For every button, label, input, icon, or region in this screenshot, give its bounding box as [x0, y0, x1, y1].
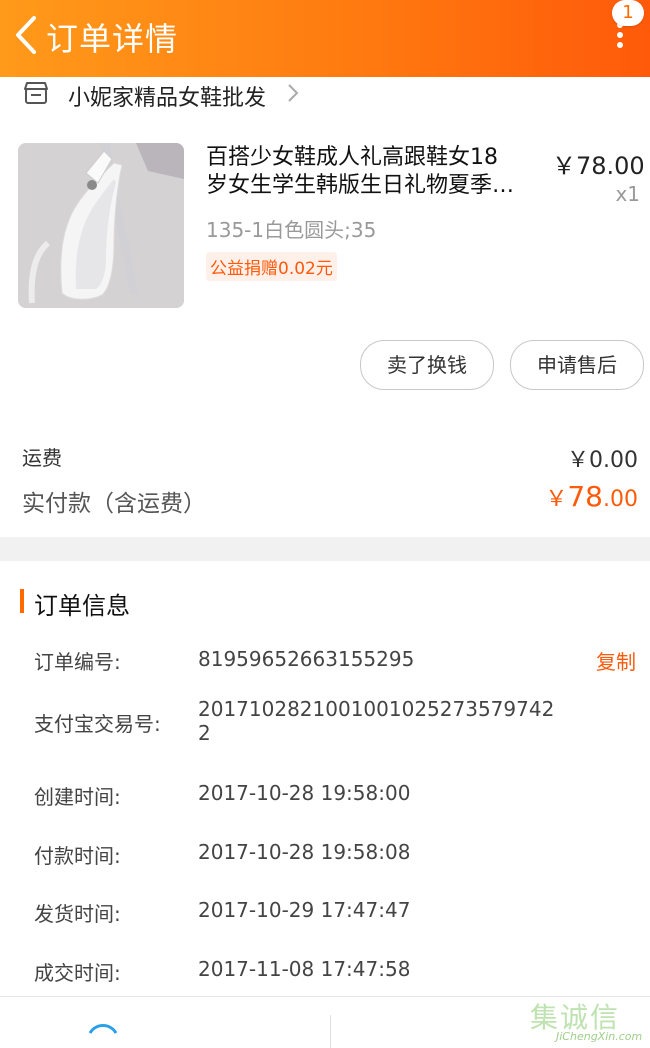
order-number-value: 81959652663155295	[198, 647, 415, 671]
alipay-trade-value: 2017102821001001025273579742 2	[198, 697, 554, 745]
paid-amount-integer: 78	[567, 480, 603, 513]
product-price: ￥78.00	[552, 152, 645, 180]
completed-time-label: 成交时间:	[34, 961, 121, 985]
shipped-time-value: 2017-10-29 17:47:47	[198, 898, 411, 922]
product-title-line1: 百搭少女鞋成人礼高跟鞋女18	[206, 145, 498, 170]
product-spec: 135-1白色圆头;35	[206, 218, 377, 242]
paid-time-label: 付款时间:	[34, 844, 121, 868]
product-title[interactable]: 百搭少女鞋成人礼高跟鞋女18 岁女生学生韩版生日礼物夏季…	[206, 144, 546, 200]
created-time-value: 2017-10-28 19:58:00	[198, 781, 411, 805]
product-thumbnail[interactable]	[18, 143, 184, 308]
section-accent-bar	[20, 589, 24, 613]
watermark-url: JiChengXin.com	[556, 1030, 643, 1043]
currency-symbol: ￥	[545, 487, 568, 512]
section-divider	[0, 537, 650, 561]
order-number-label: 订单编号:	[34, 650, 121, 674]
bottom-divider	[330, 1015, 331, 1048]
shipping-value: ￥0.00	[567, 448, 638, 473]
product-quantity: x1	[615, 182, 640, 206]
order-info-title: 订单信息	[34, 592, 130, 620]
paid-amount-value: ￥78.00	[545, 480, 638, 513]
chat-icon[interactable]	[88, 1023, 118, 1035]
sell-for-cash-button[interactable]: 卖了换钱	[360, 340, 494, 390]
page-title: 订单详情	[46, 20, 179, 58]
chevron-left-icon[interactable]	[8, 10, 48, 60]
shop-name-link[interactable]: 小妮家精品女鞋批发	[68, 80, 266, 112]
alipay-trade-value-line2: 2	[198, 721, 211, 745]
charity-tag: 公益捐赠0.02元	[206, 252, 337, 281]
created-time-label: 创建时间:	[34, 785, 121, 809]
top-nav-bar: 订单详情 1	[0, 0, 650, 77]
paid-time-value: 2017-10-28 19:58:08	[198, 840, 411, 864]
copy-button[interactable]: 复制	[596, 646, 636, 675]
paid-amount-label: 实付款（含运费）	[22, 491, 206, 517]
product-title-line2: 岁女生学生韩版生日礼物夏季…	[206, 173, 515, 198]
completed-time-value: 2017-11-08 17:47:58	[198, 957, 411, 981]
shipping-label: 运费	[22, 446, 62, 470]
after-sale-button[interactable]: 申请售后	[510, 340, 644, 390]
notification-badge: 1	[612, 0, 644, 26]
shipped-time-label: 发货时间:	[34, 902, 121, 926]
paid-amount-decimal: .00	[603, 487, 638, 512]
chevron-right-icon[interactable]	[286, 82, 300, 104]
alipay-trade-label: 支付宝交易号:	[34, 712, 161, 736]
alipay-trade-value-line1: 2017102821001001025273579742	[198, 697, 555, 721]
store-icon	[24, 82, 48, 104]
